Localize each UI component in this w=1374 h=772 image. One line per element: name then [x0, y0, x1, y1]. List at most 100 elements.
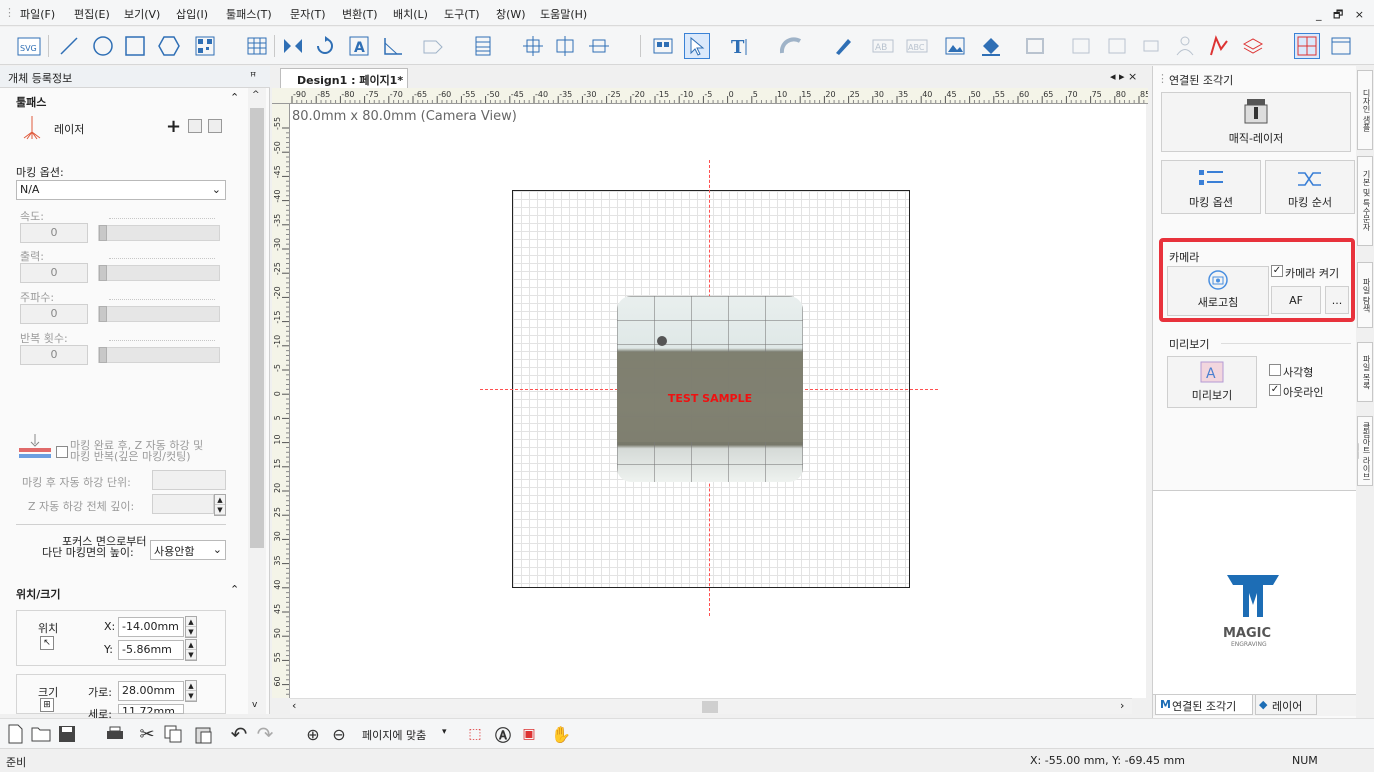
zoom-fit-label[interactable]: 페이지에 맞춤 [362, 727, 426, 743]
y-spinner[interactable]: ▲ ▼ [185, 639, 197, 661]
power-field[interactable]: 0 [20, 263, 88, 283]
side-tab-clipart[interactable]: 클립아트 라이브러리 [1357, 416, 1373, 486]
menu-window[interactable]: 창(W) [496, 6, 526, 22]
z-down-unit-select[interactable] [152, 470, 226, 490]
zoom-dropdown-icon[interactable]: ▾ [442, 727, 447, 737]
text-tool-icon[interactable]: T [726, 33, 752, 59]
side-tab-file-explorer[interactable]: 파일 탐색 [1357, 262, 1373, 328]
zoom-out-icon[interactable]: ⊖ [326, 721, 352, 747]
side-tab-characters[interactable]: 기본 및 특수문자 [1357, 156, 1373, 246]
z-down-depth-spinner[interactable]: ▲ ▼ [214, 494, 226, 516]
af-button[interactable]: AF [1271, 286, 1321, 314]
repeat-field[interactable]: 0 [20, 345, 88, 365]
add-toolpath-icon[interactable]: + [166, 116, 181, 137]
power-slider[interactable] [98, 258, 220, 281]
doc-nav-controls[interactable]: ◂ ▸ × [1110, 70, 1137, 83]
h-scroll-thumb[interactable] [702, 701, 718, 713]
machine-button[interactable]: 매직-레이저 [1161, 92, 1351, 152]
align-center-icon[interactable] [520, 33, 546, 59]
qrcode-icon[interactable] [192, 33, 218, 59]
text-frame-icon[interactable]: A [346, 33, 372, 59]
height-field[interactable]: 11.72mm [118, 704, 184, 714]
zoom-page-icon[interactable]: ▣ [516, 721, 542, 747]
toolpath-laser-label[interactable]: 레이저 [54, 121, 84, 137]
z-down-checkbox[interactable] [56, 446, 68, 458]
menu-file[interactable]: 파일(F) [20, 6, 55, 22]
z-down-depth-field[interactable] [152, 494, 214, 514]
properties-scrollbar[interactable]: ^ v [248, 88, 266, 714]
array-icon[interactable] [470, 33, 496, 59]
cut-icon[interactable]: ✂ [134, 721, 160, 747]
delete-toolpath-icon[interactable] [208, 119, 222, 133]
document-tab[interactable]: Design1 : 페이지1* [280, 68, 408, 88]
frequency-slider[interactable] [98, 299, 220, 322]
undo-icon[interactable]: ↶ [226, 721, 252, 747]
repeat-slider[interactable] [98, 340, 220, 363]
page-setup-icon[interactable] [1328, 33, 1354, 59]
copy-icon[interactable] [160, 721, 186, 747]
grid-snap-icon[interactable] [1294, 33, 1320, 59]
menu-text[interactable]: 문자(T) [290, 6, 326, 22]
side-tab-design-sample[interactable]: 디자인 샘플 [1357, 70, 1373, 150]
measure-icon[interactable] [380, 33, 406, 59]
new-file-icon[interactable] [2, 721, 28, 747]
y-field[interactable]: -5.86mm [118, 640, 184, 660]
camera-on-checkbox[interactable]: ✓ [1271, 265, 1283, 277]
menu-toolpath[interactable]: 툴패스(T) [226, 6, 272, 22]
shape-dim2-icon[interactable] [1104, 33, 1130, 59]
collapse-posize-icon[interactable]: ⌃ [230, 583, 239, 596]
shape-dim1-icon[interactable] [1068, 33, 1094, 59]
lock-ratio-icon[interactable]: ⊞ [40, 698, 54, 712]
frequency-field[interactable]: 0 [20, 304, 88, 324]
camera-more-button[interactable]: ... [1325, 286, 1349, 314]
table-icon[interactable] [244, 33, 270, 59]
person-icon[interactable] [1172, 33, 1198, 59]
zoom-in-icon[interactable]: ⊕ [300, 721, 326, 747]
outline-checkbox[interactable]: ✓ [1269, 384, 1281, 396]
menu-arrange[interactable]: 배치(L) [393, 6, 428, 22]
text-abc-icon[interactable]: ABC [904, 33, 930, 59]
speed-slider[interactable] [98, 218, 220, 241]
test-sample-text[interactable]: TEST SAMPLE [617, 392, 803, 405]
width-field[interactable]: 28.00mm [118, 681, 184, 701]
pin-icon[interactable]: ꟸ [250, 70, 256, 83]
align-horizontal-icon[interactable] [552, 33, 578, 59]
menu-view[interactable]: 보기(V) [124, 6, 160, 22]
width-spinner[interactable]: ▲ ▼ [185, 680, 197, 702]
focus-height-select[interactable]: 사용안함 ⌄ [150, 540, 226, 560]
laser-head-icon[interactable] [1138, 33, 1164, 59]
select-pointer-icon[interactable] [684, 33, 710, 59]
scroll-left-icon[interactable]: ‹ [292, 699, 296, 712]
zoom-all-icon[interactable]: Ⓐ [490, 721, 516, 747]
image-icon[interactable] [942, 33, 968, 59]
layers-icon[interactable] [1240, 33, 1266, 59]
open-folder-icon[interactable] [28, 721, 54, 747]
tab-layer[interactable]: ◆ 레이어 [1255, 695, 1317, 715]
distribute-icon[interactable] [586, 33, 612, 59]
scroll-thumb[interactable] [250, 108, 264, 548]
polygon-icon[interactable] [156, 33, 182, 59]
fill-icon[interactable] [978, 33, 1004, 59]
svg-import-icon[interactable]: SVG [16, 33, 42, 59]
menu-edit[interactable]: 편집(E) [74, 6, 110, 22]
pan-hand-icon[interactable]: ✋ [548, 721, 574, 747]
copy-toolpath-icon[interactable] [188, 119, 202, 133]
mirror-icon[interactable] [280, 33, 306, 59]
menu-transform[interactable]: 변환(T) [342, 6, 378, 22]
arc-text-icon[interactable] [778, 33, 804, 59]
line-icon[interactable] [56, 33, 82, 59]
rectangle-checkbox[interactable] [1269, 364, 1281, 376]
marking-option-select[interactable]: N/A ⌄ [16, 180, 226, 200]
speed-field[interactable]: 0 [20, 223, 88, 243]
shape-combine-icon[interactable] [420, 33, 446, 59]
marking-option-button[interactable]: 마킹 옵션 [1161, 160, 1261, 214]
tab-connected-engraver[interactable]: M 연결된 조각기 [1155, 695, 1253, 715]
camera-image[interactable]: TEST SAMPLE [617, 296, 803, 482]
redo-icon[interactable]: ↷ [252, 721, 278, 747]
print-icon[interactable] [102, 721, 128, 747]
side-tab-file-list[interactable]: 파일 목록 [1357, 342, 1373, 402]
frame-icon[interactable] [1022, 33, 1048, 59]
scroll-right-icon[interactable]: › [1120, 699, 1124, 712]
window-controls[interactable]: _ 🗗 × [1316, 6, 1368, 25]
x-spinner[interactable]: ▲ ▼ [185, 616, 197, 638]
